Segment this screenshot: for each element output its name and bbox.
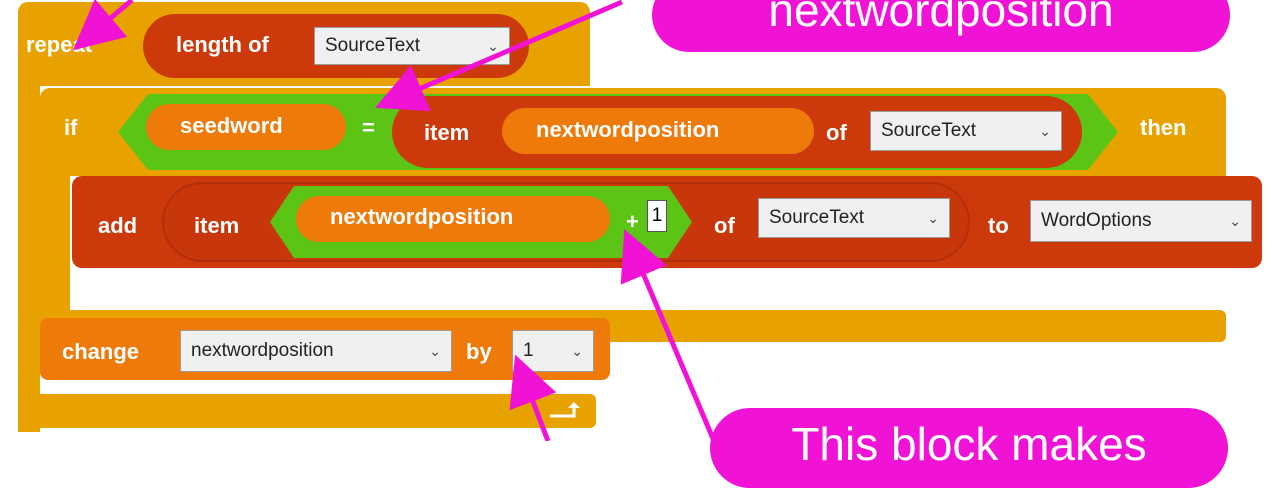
annotation-arrows: [72, 0, 717, 441]
arrow-to-equals: [375, 0, 623, 112]
arrow-to-change-by: [509, 354, 557, 441]
arrow-to-repeat: [72, 0, 134, 51]
arrow-to-plus-one: [620, 228, 717, 441]
